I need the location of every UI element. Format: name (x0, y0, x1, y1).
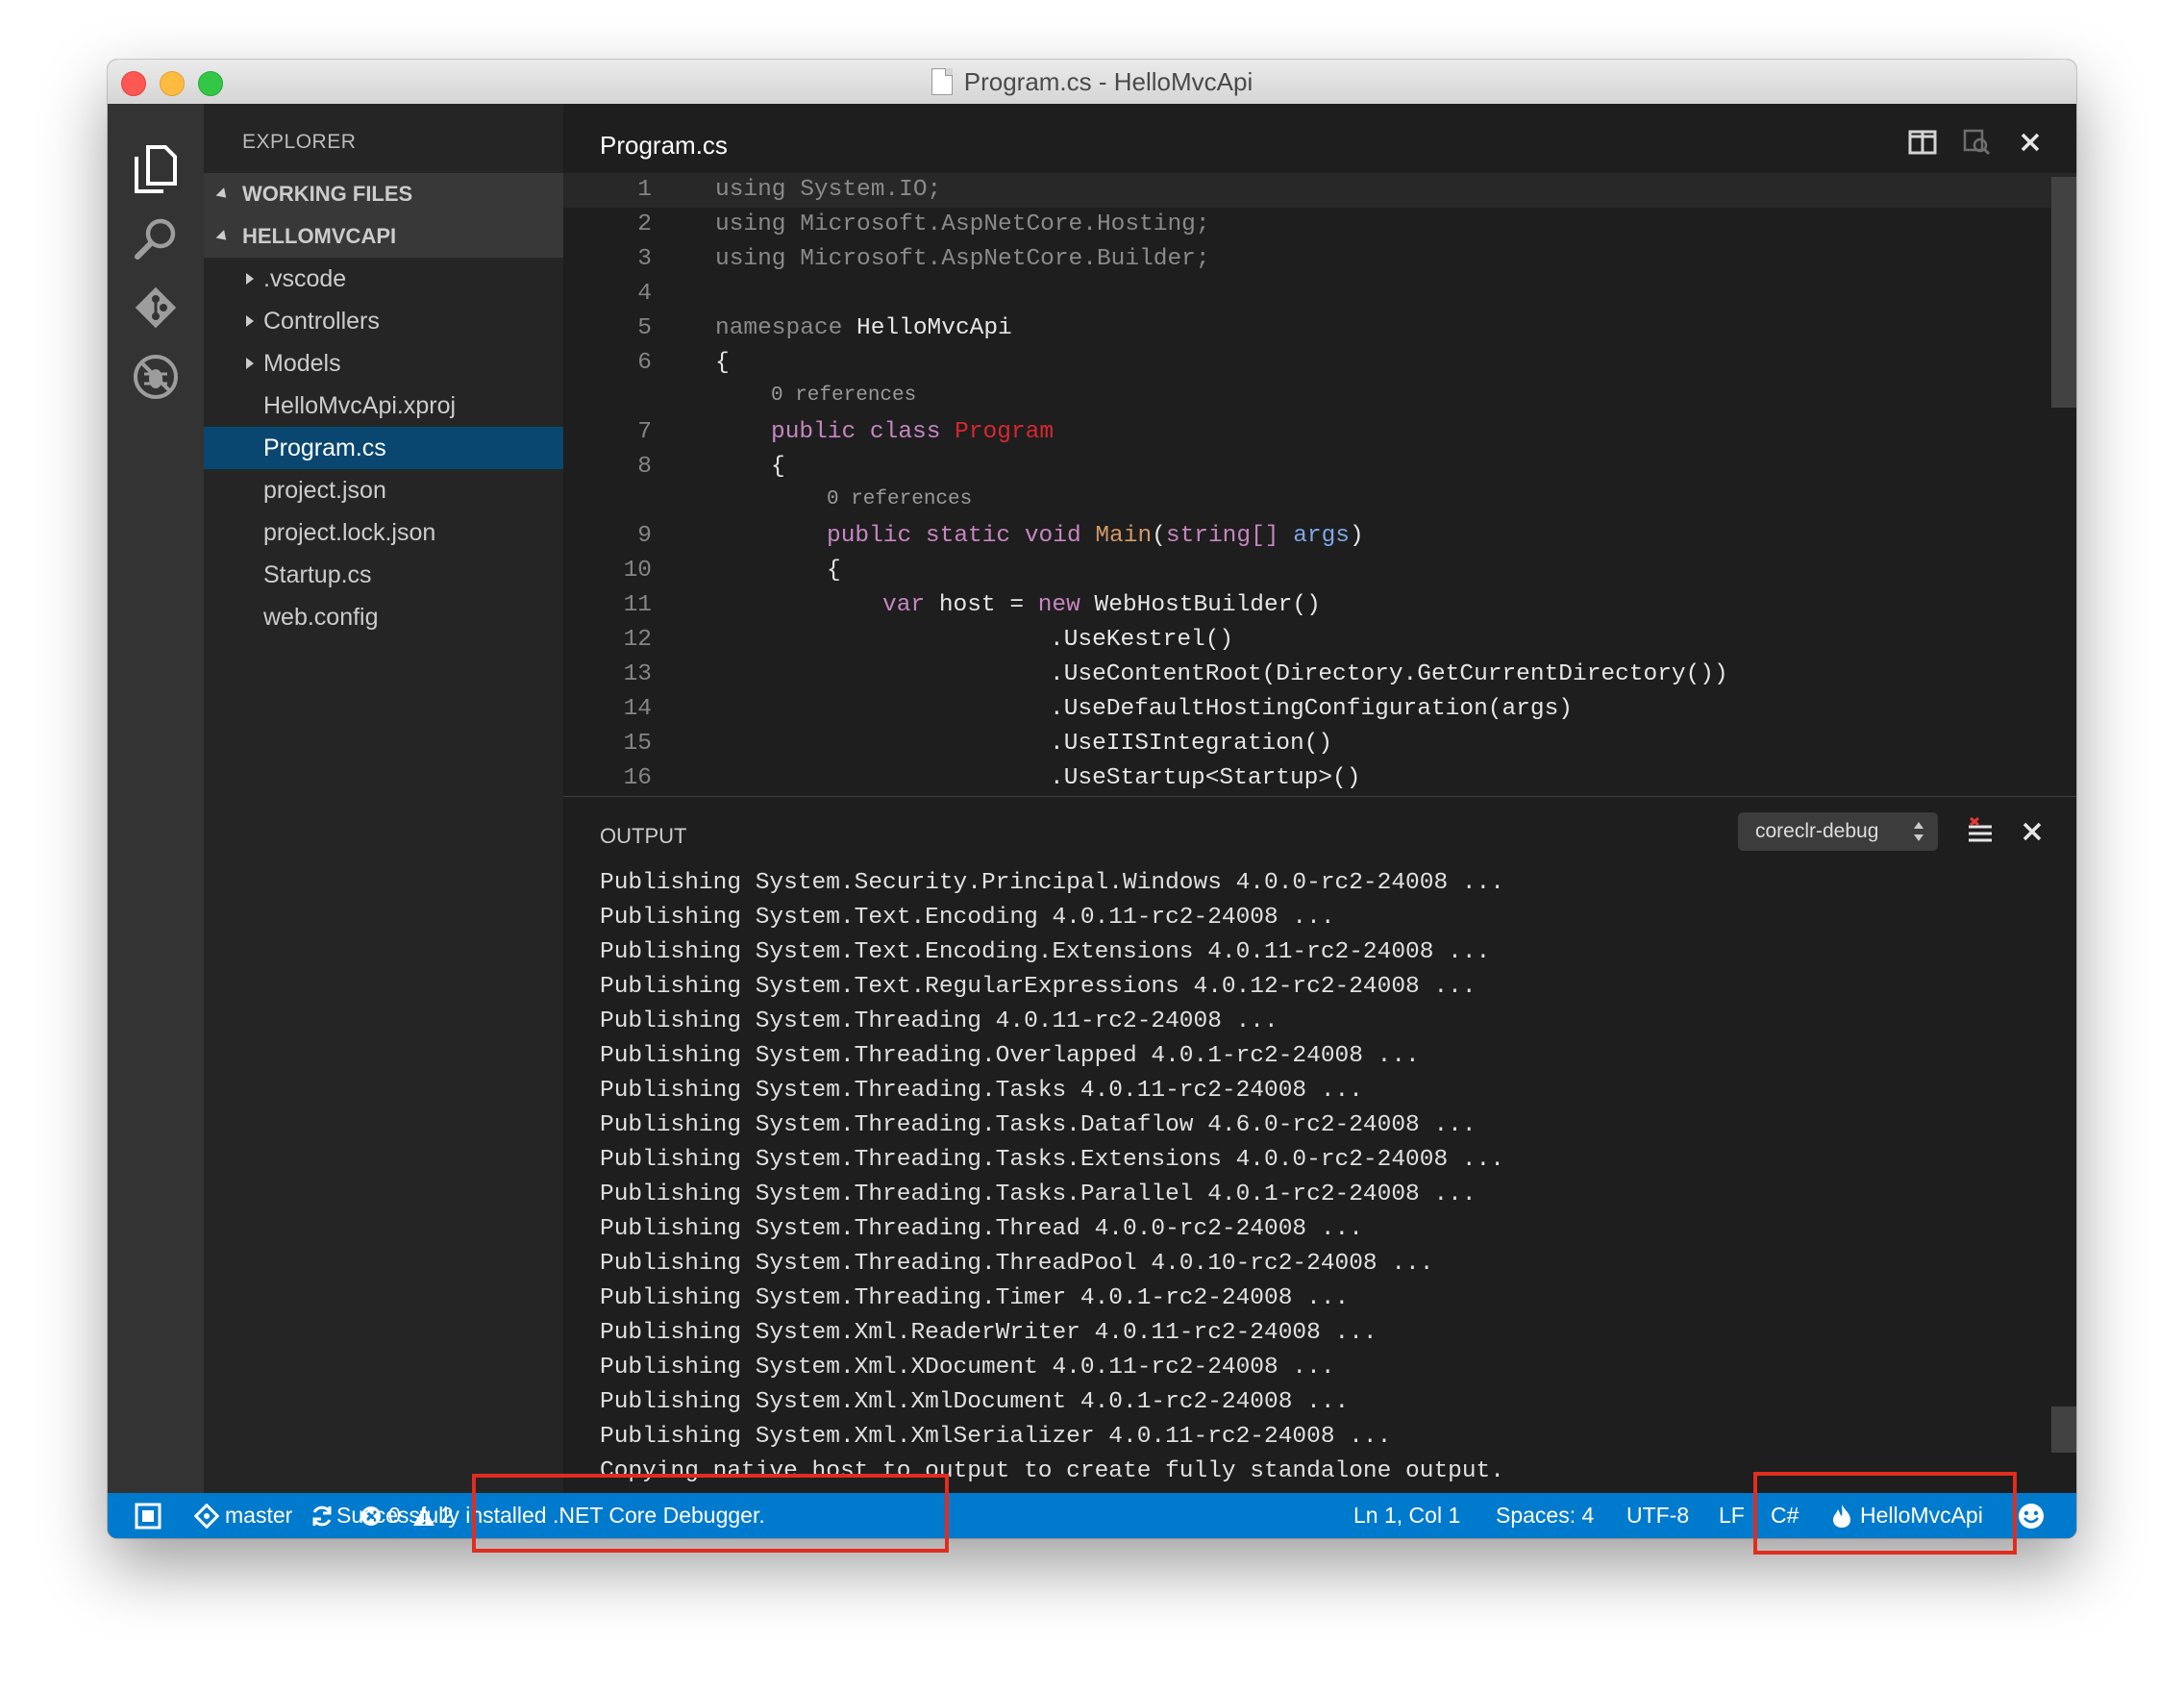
sync-icon[interactable] (310, 1493, 335, 1538)
tree-item-folder[interactable]: .vscode (204, 258, 563, 300)
explorer-sidebar: EXPLORER WORKING FILES HELLOMVCAPI .vsco… (204, 104, 563, 1493)
panel-title: OUTPUT (600, 824, 687, 848)
tree-item-file[interactable]: project.lock.json (204, 511, 563, 554)
feedback-panel-icon[interactable] (135, 1493, 161, 1538)
search-icon[interactable] (127, 210, 185, 267)
output-line: Publishing System.Threading.Tasks.Datafl… (600, 1112, 1477, 1138)
collapsed-triangle-icon (246, 358, 254, 369)
output-line: Publishing System.Xml.XDocument 4.0.11-r… (600, 1355, 1335, 1381)
debug-icon[interactable] (127, 348, 185, 406)
close-panel-icon[interactable] (2015, 814, 2049, 849)
output-channel-select[interactable]: coreclr-debug (1738, 812, 1938, 851)
tree-item-file[interactable]: HelloMvcApi.xproj (204, 385, 563, 427)
output-panel: OUTPUT coreclr-debug Publishing System.S… (563, 796, 2076, 1494)
tree-item-file[interactable]: project.json (204, 469, 563, 511)
clear-output-icon[interactable] (1963, 814, 1998, 849)
editor-pane: Program.cs 1 using System.IO; 2 using Micr… (563, 104, 2076, 796)
output-line: Publishing System.Text.RegularExpression… (600, 974, 1477, 1000)
expand-triangle-icon (215, 187, 231, 202)
tree-item-folder[interactable]: Controllers (204, 300, 563, 342)
vscode-window: Program.cs - HelloMvcApi EXPLORER WORKIN… (108, 60, 2076, 1538)
tree-item-file[interactable]: web.config (204, 596, 563, 638)
highlight-box-project-selector (1753, 1472, 2017, 1555)
activity-bar (108, 104, 204, 1493)
panel-scrollbar[interactable] (2051, 1406, 2076, 1453)
explorer-icon[interactable] (127, 140, 185, 198)
git-branch-icon (194, 1503, 219, 1529)
output-line: Publishing System.Threading.Overlapped 4… (600, 1043, 1420, 1069)
branch-indicator[interactable]: master (194, 1493, 292, 1538)
output-line: Publishing System.Threading.Thread 4.0.0… (600, 1216, 1363, 1242)
indentation[interactable]: Spaces: 4 (1496, 1493, 1594, 1538)
git-icon[interactable] (127, 279, 185, 336)
output-log: Publishing System.Security.Principal.Win… (600, 866, 1504, 1489)
window-title: Program.cs - HelloMvcApi (963, 66, 1253, 96)
output-line: Publishing System.Threading.Tasks.Extens… (600, 1147, 1504, 1173)
output-line: Publishing System.Threading.Timer 4.0.1-… (600, 1285, 1350, 1311)
split-editor-icon[interactable] (1905, 125, 1940, 160)
output-line: Publishing System.Threading.Tasks 4.0.11… (600, 1078, 1363, 1104)
smiley-feedback-icon[interactable] (2017, 1493, 2046, 1538)
output-line: Publishing System.Threading 4.0.11-rc2-2… (600, 1008, 1278, 1034)
section-project[interactable]: HELLOMVCAPI (204, 215, 563, 258)
encoding[interactable]: UTF-8 (1626, 1493, 1689, 1538)
tree-item-file-selected[interactable]: Program.cs (204, 427, 563, 469)
output-line: Publishing System.Threading.ThreadPool 4… (600, 1251, 1434, 1277)
document-icon (931, 68, 953, 95)
open-changes-icon[interactable] (1959, 125, 1994, 160)
line-ending[interactable]: LF (1719, 1493, 1745, 1538)
section-working-files[interactable]: WORKING FILES (204, 173, 563, 215)
select-arrows-icon (1913, 820, 1924, 849)
explorer-title: EXPLORER (242, 131, 357, 153)
tree-item-file[interactable]: Startup.cs (204, 554, 563, 596)
expand-triangle-icon (215, 229, 231, 244)
output-line: Publishing System.Xml.ReaderWriter 4.0.1… (600, 1320, 1377, 1346)
cursor-position[interactable]: Ln 1, Col 1 (1353, 1493, 1460, 1538)
collapsed-triangle-icon (246, 315, 254, 327)
output-line: Publishing System.Text.Encoding 4.0.11-r… (600, 905, 1335, 931)
highlight-box-status-message (472, 1474, 949, 1553)
title-bar: Program.cs - HelloMvcApi (108, 60, 2076, 105)
close-editor-icon[interactable] (2013, 125, 2048, 160)
output-line: Publishing System.Threading.Tasks.Parall… (600, 1182, 1477, 1207)
output-line: Publishing System.Security.Principal.Win… (600, 870, 1504, 896)
editor-title[interactable]: Program.cs (600, 131, 728, 161)
tree-item-folder[interactable]: Models (204, 342, 563, 385)
code-lens-references[interactable]: 0 references (771, 381, 916, 411)
output-line: Publishing System.Xml.XmlDocument 4.0.1-… (600, 1389, 1350, 1415)
output-line: Publishing System.Text.Encoding.Extensio… (600, 939, 1491, 965)
collapsed-triangle-icon (246, 273, 254, 285)
output-line: Publishing System.Xml.XmlSerializer 4.0.… (600, 1424, 1392, 1450)
code-lens-references[interactable]: 0 references (827, 485, 972, 515)
editor-scrollbar[interactable] (2051, 177, 2076, 408)
